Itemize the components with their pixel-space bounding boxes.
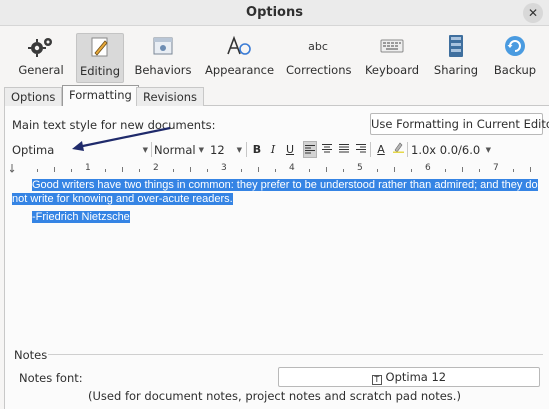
sample-paragraph: Good writers have two things in common: …: [12, 179, 538, 205]
toolbar-behaviors[interactable]: Behaviors: [132, 33, 194, 83]
text-color-button[interactable]: A: [374, 141, 388, 158]
align-right-icon: [356, 144, 366, 153]
keyboard-icon: [364, 33, 420, 59]
toolbar-behaviors-label: Behaviors: [134, 63, 192, 77]
highlighter-icon: [392, 142, 404, 153]
ruler-tick: [275, 169, 276, 172]
toolbar-general-label: General: [18, 63, 64, 77]
tab-options[interactable]: Options: [4, 87, 63, 106]
toolbar-keyboard-label: Keyboard: [364, 63, 420, 77]
ruler-tick: [309, 169, 310, 172]
ruler[interactable]: 1 2 3 4 5 6 7: [10, 162, 545, 176]
ruler-tick: [445, 169, 446, 172]
ruler-number: 7: [493, 163, 499, 173]
ruler-number: 3: [221, 163, 227, 173]
tab-formatting[interactable]: Formatting: [62, 85, 139, 106]
toolbar-general[interactable]: General: [14, 33, 68, 83]
align-justify-button[interactable]: [337, 141, 351, 158]
ruler-tick: [105, 169, 106, 172]
ruler-tick: [513, 169, 514, 172]
align-center-icon: [322, 144, 332, 153]
align-left-icon: [305, 145, 315, 154]
preferences-toolbar: General Editing Behaviors Appearance abc…: [0, 27, 549, 85]
toolbar-backup[interactable]: Backup: [491, 33, 539, 83]
ruler-tick: [394, 167, 395, 172]
tab-revisions[interactable]: Revisions: [136, 87, 205, 106]
notes-section-title: Notes: [14, 348, 48, 362]
ruler-tick: [411, 169, 412, 172]
ruler-tick: [54, 167, 55, 172]
ruler-tick: [241, 169, 242, 172]
line-spacing-value: 1.0x 0.0/6.0: [411, 143, 481, 157]
ruler-tick: [462, 167, 463, 172]
underline-button[interactable]: U: [283, 141, 297, 158]
chevron-down-icon: ▼: [236, 146, 242, 154]
ruler-tick: [71, 169, 72, 172]
toolbar-separator: [246, 142, 247, 157]
ruler-tick: [173, 169, 174, 172]
annotation-arrow: [72, 126, 171, 151]
sample-text-editor[interactable]: Good writers have two things in common: …: [12, 178, 542, 338]
font-family-value: Optima: [12, 143, 55, 157]
chevron-down-icon: ▼: [198, 146, 204, 154]
font-size-value: 12: [210, 143, 225, 157]
toolbar-editing-label: Editing: [79, 64, 121, 78]
line-spacing-select[interactable]: 1.0x 0.0/6.0 ▼: [411, 140, 493, 160]
ruler-tick: [479, 169, 480, 172]
ruler-tick: [530, 167, 531, 172]
toolbar-backup-label: Backup: [493, 63, 537, 77]
align-left-button[interactable]: [303, 141, 317, 158]
notes-font-button[interactable]: T Optima 12: [278, 367, 540, 387]
backup-icon: [491, 33, 539, 59]
align-justify-icon: [339, 144, 349, 153]
pencil-icon: [77, 34, 123, 60]
toolbar-corrections-label: Corrections: [286, 63, 352, 77]
align-center-button[interactable]: [320, 141, 334, 158]
notes-hint: (Used for document notes, project notes …: [88, 389, 461, 403]
close-icon[interactable]: ✕: [523, 3, 543, 23]
ruler-tick: [343, 169, 344, 172]
highlight-button[interactable]: [391, 141, 405, 158]
font-icon: T: [371, 375, 382, 385]
window-title: Options: [246, 5, 303, 20]
title-bar: Options ✕: [0, 0, 549, 26]
toolbar-sharing[interactable]: Sharing: [433, 33, 479, 83]
toolbar-appearance-label: Appearance: [205, 63, 275, 77]
toolbar-separator: [407, 142, 408, 157]
gears-icon: [14, 33, 68, 59]
book-icon: [433, 33, 479, 59]
ruler-number: 2: [153, 163, 159, 173]
toolbar-keyboard[interactable]: Keyboard: [364, 33, 420, 83]
bold-button[interactable]: B: [250, 141, 264, 158]
window-icon: [132, 33, 194, 59]
ruler-number: 4: [289, 163, 295, 173]
use-formatting-button[interactable]: Use Formatting in Current Editor: [370, 113, 549, 135]
toolbar-corrections[interactable]: abc Corrections: [286, 33, 352, 83]
ruler-tick: [258, 167, 259, 172]
toolbar-separator: [370, 142, 371, 157]
notes-font-label: Notes font:: [19, 371, 83, 385]
ruler-tick: [190, 167, 191, 172]
font-size-select[interactable]: 12 ▼: [210, 140, 244, 160]
toolbar-appearance[interactable]: Appearance: [205, 33, 275, 83]
chevron-down-icon: ▼: [485, 146, 491, 154]
abc-icon: abc: [308, 39, 328, 53]
ruler-tick: [139, 169, 140, 172]
ruler-tick: [326, 167, 327, 172]
notes-font-value: Optima 12: [385, 370, 447, 384]
ruler-number: 6: [425, 163, 431, 173]
notes-divider: [48, 354, 543, 355]
italic-button[interactable]: I: [266, 141, 280, 158]
ruler-tick: [37, 169, 38, 172]
toolbar-sharing-label: Sharing: [433, 63, 479, 77]
ruler-number: 5: [357, 163, 363, 173]
font-a-icon: [205, 33, 273, 59]
align-right-button[interactable]: [354, 141, 368, 158]
ruler-tick: [377, 169, 378, 172]
sample-attribution: -Friedrich Nietzsche: [32, 211, 130, 223]
ruler-number: 1: [85, 163, 91, 173]
ruler-tick: [207, 169, 208, 172]
ruler-tick: [122, 167, 123, 172]
toolbar-editing[interactable]: Editing: [76, 33, 124, 83]
